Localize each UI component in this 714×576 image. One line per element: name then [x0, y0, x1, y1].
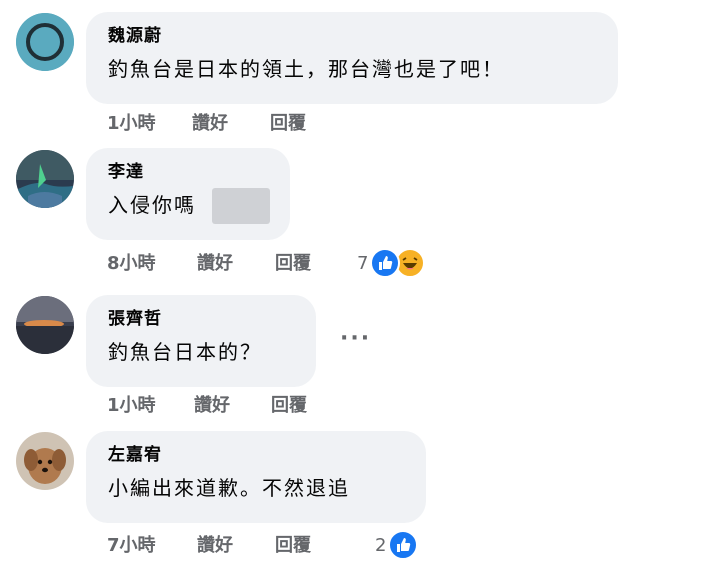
- reaction-count: 2: [375, 534, 387, 556]
- like-icon: [370, 248, 401, 278]
- avatar[interactable]: [16, 13, 74, 71]
- more-options-button[interactable]: ···: [340, 326, 371, 351]
- like-button[interactable]: 讚好: [197, 251, 233, 277]
- reply-button[interactable]: 回覆: [275, 533, 311, 559]
- comment-time[interactable]: 8小時: [107, 251, 156, 277]
- sunset-avatar-icon: [16, 296, 74, 354]
- ring-avatar-icon: [16, 13, 74, 71]
- like-button[interactable]: 讚好: [192, 111, 228, 137]
- reaction-count: 7: [357, 252, 369, 274]
- comment-author[interactable]: 李達: [108, 160, 268, 184]
- comment-text: 釣魚台日本的？: [108, 340, 262, 364]
- comment-bubble: 左嘉宥 小編出來道歉。不然退追: [86, 431, 426, 523]
- censor-blur: [212, 188, 270, 224]
- comment-time[interactable]: 7小時: [107, 533, 156, 559]
- comment-text: 小編出來道歉。不然退追: [108, 476, 350, 500]
- avatar[interactable]: [16, 296, 74, 354]
- landscape-avatar-icon: [16, 150, 74, 208]
- comment-time[interactable]: 1小時: [107, 393, 156, 419]
- comment-bubble: 張齊哲 釣魚台日本的？: [86, 295, 316, 387]
- avatar[interactable]: [16, 432, 74, 490]
- comment-text: 釣魚台是日本的領土，那台灣也是了吧！: [108, 57, 504, 81]
- comment-bubble: 魏源蔚 釣魚台是日本的領土，那台灣也是了吧！: [86, 12, 618, 104]
- reply-button[interactable]: 回覆: [275, 251, 311, 277]
- dog-avatar-icon: [16, 432, 74, 490]
- avatar[interactable]: [16, 150, 74, 208]
- comment-author[interactable]: 左嘉宥: [108, 443, 404, 467]
- comment-time[interactable]: 1小時: [107, 111, 156, 137]
- comment-author[interactable]: 張齊哲: [108, 307, 294, 331]
- like-button[interactable]: 讚好: [197, 533, 233, 559]
- reply-button[interactable]: 回覆: [270, 111, 306, 137]
- reply-button[interactable]: 回覆: [271, 393, 307, 419]
- like-button[interactable]: 讚好: [194, 393, 230, 419]
- comment-author[interactable]: 魏源蔚: [108, 24, 596, 48]
- reaction-summary[interactable]: 7: [357, 248, 426, 278]
- like-icon: [388, 530, 419, 560]
- reaction-summary[interactable]: 2: [375, 530, 419, 560]
